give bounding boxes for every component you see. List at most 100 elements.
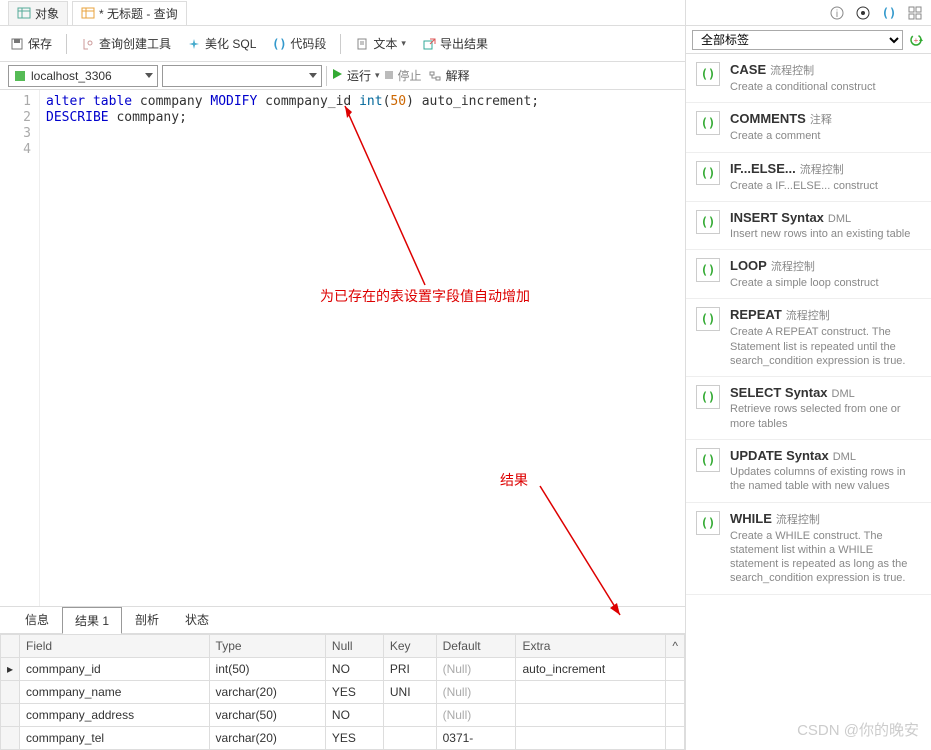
code-content: alter table commpany MODIFY commpany_id … <box>40 90 545 606</box>
snippet-title: COMMENTS注释 <box>730 111 921 127</box>
row-marker-header <box>1 635 20 658</box>
snippet-title: REPEAT流程控制 <box>730 307 921 323</box>
snippet-desc: Create a simple loop construct <box>730 276 921 290</box>
snippet-item[interactable]: () INSERT SyntaxDML Insert new rows into… <box>686 202 931 250</box>
table-row[interactable]: commpany_addressvarchar(50)NO(Null) <box>1 704 685 727</box>
snippet-icon: () <box>696 161 720 185</box>
svg-text:+: + <box>914 36 919 45</box>
panel-mode-icons: i () <box>686 0 931 26</box>
brackets-icon: () <box>272 37 286 51</box>
tab-query-label: * 无标题 - 查询 <box>99 5 178 22</box>
export-results-button[interactable]: 导出结果 <box>420 33 490 54</box>
snippet-icon: () <box>696 210 720 234</box>
target-icon[interactable] <box>855 5 871 21</box>
document-icon <box>355 37 369 51</box>
builder-icon <box>81 37 95 51</box>
refresh-icon[interactable]: + <box>907 31 925 49</box>
plug-icon <box>13 69 27 83</box>
separator <box>340 34 341 54</box>
run-button[interactable]: 运行 ▾ <box>331 67 380 84</box>
snippet-desc: Updates columns of existing rows in the … <box>730 465 921 494</box>
tab-query[interactable]: * 无标题 - 查询 <box>72 1 187 25</box>
export-icon <box>422 37 436 51</box>
col-default[interactable]: Default <box>436 635 516 658</box>
snippet-title: LOOP流程控制 <box>730 258 921 274</box>
snippets-panel: i () 全部标签 + () CASE流程控制 Create a conditi… <box>686 0 931 750</box>
table-row[interactable]: commpany_telvarchar(20)YES0371- <box>1 727 685 750</box>
connection-select[interactable]: localhost_3306 <box>8 65 158 87</box>
snippet-title: SELECT SyntaxDML <box>730 385 921 400</box>
col-type[interactable]: Type <box>209 635 325 658</box>
connection-bar: localhost_3306 运行 ▾ 停止 解释 <box>0 62 685 90</box>
table-row[interactable]: ▸commpany_idint(50)NOPRI(Null)auto_incre… <box>1 658 685 681</box>
snippet-item[interactable]: () IF...ELSE...流程控制 Create a IF...ELSE..… <box>686 153 931 202</box>
beautify-sql-button[interactable]: 美化 SQL <box>185 33 258 54</box>
col-spacer: ^ <box>666 635 685 658</box>
tag-filter-select[interactable]: 全部标签 <box>692 30 903 50</box>
snippet-item[interactable]: () WHILE流程控制 Create a WHILE construct. T… <box>686 503 931 595</box>
database-select[interactable] <box>162 65 322 87</box>
col-field[interactable]: Field <box>20 635 210 658</box>
tag-filter-row: 全部标签 + <box>686 26 931 54</box>
explain-icon <box>428 69 442 83</box>
snippet-item[interactable]: () COMMENTS注释 Create a comment <box>686 103 931 152</box>
grid-icon[interactable] <box>907 5 923 21</box>
snippet-desc: Create a IF...ELSE... construct <box>730 179 921 193</box>
snippet-desc: Insert new rows into an existing table <box>730 227 921 241</box>
snippet-title: UPDATE SyntaxDML <box>730 448 921 463</box>
snippet-list[interactable]: () CASE流程控制 Create a conditional constru… <box>686 54 931 750</box>
tab-info[interactable]: 信息 <box>12 606 62 633</box>
tab-result1[interactable]: 结果 1 <box>62 607 122 634</box>
snippet-icon: () <box>696 511 720 535</box>
snippet-icon: () <box>696 111 720 135</box>
info-icon[interactable]: i <box>829 5 845 21</box>
snippet-title: IF...ELSE...流程控制 <box>730 161 921 177</box>
toolbar: 保存 查询创建工具 美化 SQL () 代码段 文本 ▾ <box>0 26 685 62</box>
play-icon <box>331 68 343 83</box>
snippet-icon: () <box>696 258 720 282</box>
snippet-title: WHILE流程控制 <box>730 511 921 527</box>
snippet-desc: Create a comment <box>730 129 921 143</box>
tab-objects-label: 对象 <box>35 5 59 22</box>
text-button[interactable]: 文本 ▾ <box>353 33 408 54</box>
sql-editor[interactable]: 1 2 3 4 alter table commpany MODIFY comm… <box>0 90 685 606</box>
snippet-icon: () <box>696 448 720 472</box>
tab-analyze[interactable]: 剖析 <box>122 606 172 633</box>
sparkle-icon <box>187 37 201 51</box>
query-builder-button[interactable]: 查询创建工具 <box>79 33 173 54</box>
separator <box>326 66 327 86</box>
results-grid: Field Type Null Key Default Extra ^ ▸com… <box>0 634 685 750</box>
snippet-title: CASE流程控制 <box>730 62 921 78</box>
snippet-desc: Create a WHILE construct. The statement … <box>730 529 921 586</box>
snippet-icon: () <box>696 385 720 409</box>
tab-objects[interactable]: 对象 <box>8 1 68 25</box>
save-button[interactable]: 保存 <box>8 33 54 54</box>
chevron-down-icon <box>145 73 153 78</box>
snippet-desc: Create A REPEAT construct. The Statement… <box>730 325 921 368</box>
separator <box>66 34 67 54</box>
snippet-desc: Create a conditional construct <box>730 80 921 94</box>
col-key[interactable]: Key <box>383 635 436 658</box>
snippet-item[interactable]: () REPEAT流程控制 Create A REPEAT construct.… <box>686 299 931 377</box>
stop-button[interactable]: 停止 <box>384 67 422 84</box>
tab-status[interactable]: 状态 <box>172 606 222 633</box>
snippet-title: INSERT SyntaxDML <box>730 210 921 225</box>
brackets-icon[interactable]: () <box>881 5 897 21</box>
save-icon <box>10 37 24 51</box>
snippet-icon: () <box>696 307 720 331</box>
snippet-item[interactable]: () SELECT SyntaxDML Retrieve rows select… <box>686 377 931 440</box>
explain-button[interactable]: 解释 <box>426 65 472 86</box>
snippet-desc: Retrieve rows selected from one or more … <box>730 402 921 431</box>
col-extra[interactable]: Extra <box>516 635 666 658</box>
stop-icon <box>384 69 394 83</box>
code-snippets-button[interactable]: () 代码段 <box>270 33 328 54</box>
snippet-item[interactable]: () UPDATE SyntaxDML Updates columns of e… <box>686 440 931 503</box>
svg-text:i: i <box>836 9 838 20</box>
query-icon <box>81 6 95 20</box>
snippet-item[interactable]: () LOOP流程控制 Create a simple loop constru… <box>686 250 931 299</box>
result-tabs: 信息 结果 1 剖析 状态 <box>0 606 685 634</box>
table-row[interactable]: commpany_namevarchar(20)YESUNI(Null) <box>1 681 685 704</box>
snippet-item[interactable]: () CASE流程控制 Create a conditional constru… <box>686 54 931 103</box>
col-null[interactable]: Null <box>325 635 383 658</box>
editor-tabs: 对象 * 无标题 - 查询 <box>0 0 685 26</box>
